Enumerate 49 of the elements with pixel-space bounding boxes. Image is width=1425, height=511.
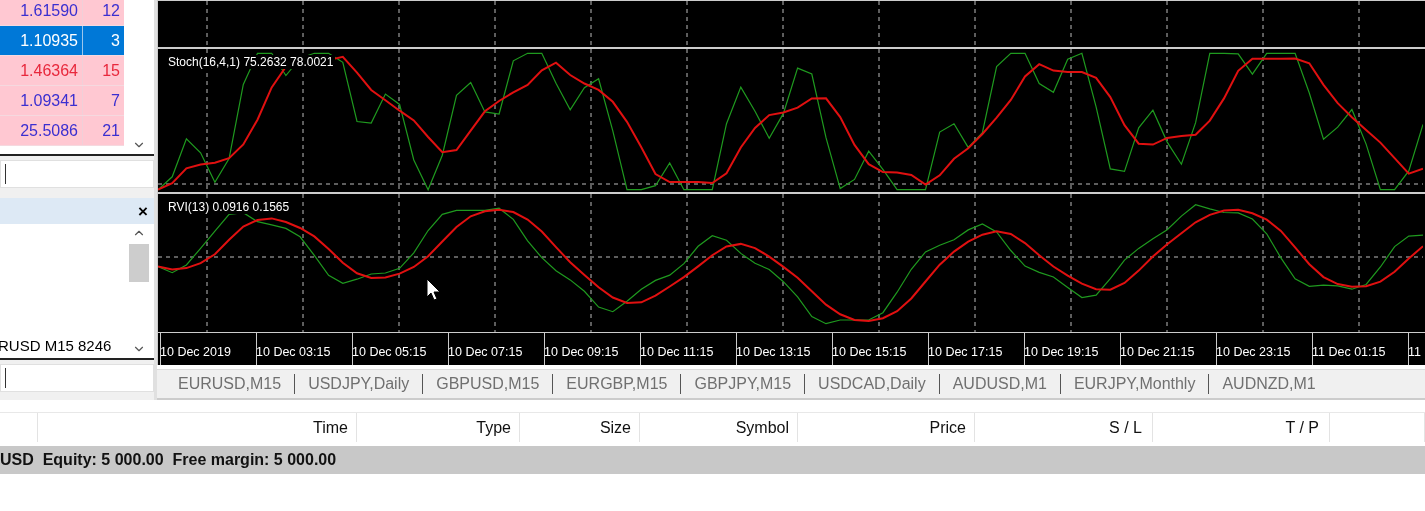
chart-tab[interactable]: EURJPY,Monthly xyxy=(1060,374,1210,394)
time-axis-label: 11 xyxy=(1408,345,1421,359)
bid-price: 1.46364 xyxy=(19,60,79,81)
chart-tab[interactable]: AUDUSD,M1 xyxy=(939,374,1061,394)
time-axis-label: 10 Dec 07:15 xyxy=(448,345,523,359)
column-header[interactable]: Symbol xyxy=(735,418,789,437)
chart-tab[interactable]: USDCAD,Daily xyxy=(805,374,940,394)
market-watch-row[interactable]: 1.46364 15 xyxy=(0,56,124,86)
bid-price: 1.61590 xyxy=(19,0,79,21)
bid-price: 1.10935 xyxy=(19,30,79,51)
indicator-label: RVI(13) 0.0916 0.1565 xyxy=(166,200,292,214)
time-axis-label: 10 Dec 11:15 xyxy=(640,345,714,359)
time-axis-label: 10 Dec 21:15 xyxy=(1120,345,1195,359)
time-axis-label: 10 Dec 05:15 xyxy=(352,345,427,359)
market-watch-row[interactable]: 1.61590 12 xyxy=(0,0,124,26)
chart-tab[interactable]: USDJPY,Daily xyxy=(295,374,424,394)
time-axis-label: 10 Dec 17:15 xyxy=(928,345,1003,359)
time-axis-label: 10 Dec 15:15 xyxy=(832,345,907,359)
market-watch-row[interactable]: 1.09341 7 xyxy=(0,86,124,116)
column-header[interactable]: Size xyxy=(599,418,631,437)
time-axis-label: 10 Dec 09:15 xyxy=(544,345,619,359)
chart-tab[interactable]: GBPJPY,M15 xyxy=(681,374,806,394)
column-header[interactable]: Type xyxy=(476,418,511,437)
column-header[interactable]: Time xyxy=(313,418,348,437)
account-status: USD Equity: 5 000.00 Free margin: 5 000.00 xyxy=(0,446,1425,474)
time-axis-label: 10 Dec 2019 xyxy=(160,345,231,359)
bid-price: 1.09341 xyxy=(19,90,79,111)
market-watch-row[interactable]: 1.10935 3 xyxy=(0,26,124,56)
time-axis-label: 10 Dec 19:15 xyxy=(1024,345,1099,359)
chart-tab[interactable]: EURUSD,M15 xyxy=(165,374,296,394)
column-header[interactable]: Price xyxy=(929,418,966,437)
chart-tab[interactable]: EURGBP,M15 xyxy=(553,374,682,394)
time-axis-label: 10 Dec 23:15 xyxy=(1216,345,1291,359)
time-axis-label: 11 Dec 01:15 xyxy=(1312,345,1386,359)
chart-tab[interactable]: GBPUSD,M15 xyxy=(423,374,554,394)
time-axis-label: 10 Dec 03:15 xyxy=(256,345,331,359)
column-header[interactable]: S / L xyxy=(1109,418,1142,437)
input-field[interactable] xyxy=(0,160,154,188)
close-button[interactable]: × xyxy=(138,202,148,220)
scrollbar-thumb[interactable] xyxy=(129,244,149,282)
market-watch-row[interactable]: 25.5086 21 xyxy=(0,116,124,146)
indicator-label: Stoch(16,4,1) 75.2632 78.0021 xyxy=(166,55,336,69)
list-item[interactable]: RUSD M15 8246 xyxy=(0,337,124,354)
time-axis-label: 10 Dec 13:15 xyxy=(736,345,811,359)
bid-price: 25.5086 xyxy=(19,120,79,141)
column-header[interactable]: T / P xyxy=(1285,418,1319,437)
input-field[interactable] xyxy=(0,364,154,392)
chart-tab[interactable]: AUDNZD,M1 xyxy=(1209,374,1329,394)
mouse-cursor-icon xyxy=(426,278,442,302)
